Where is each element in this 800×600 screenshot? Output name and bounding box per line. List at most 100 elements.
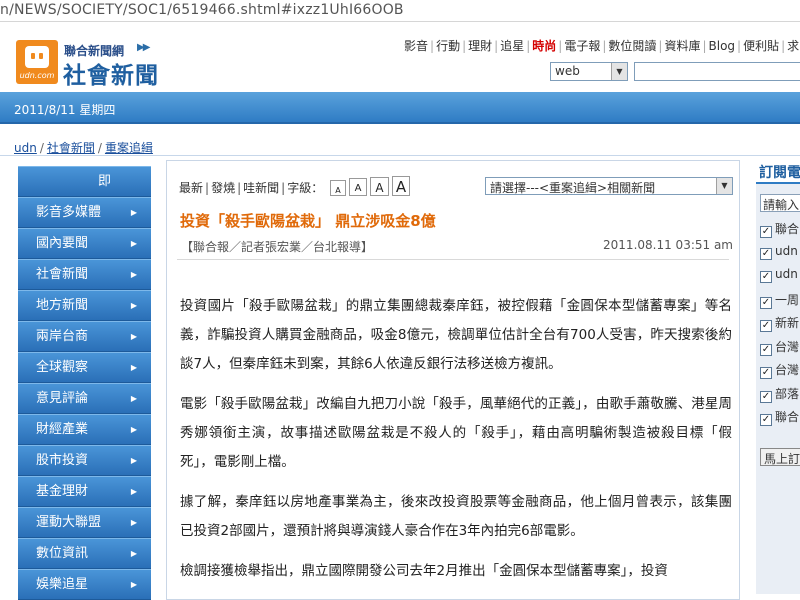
related-news-select[interactable]: 請選擇---<重案追緝>相關新聞 ▼: [485, 177, 733, 195]
font-size-l-button[interactable]: A: [392, 176, 411, 196]
left-nav-item[interactable]: 即: [18, 166, 151, 197]
left-nav-label: 娛樂追星: [36, 577, 89, 592]
url-text: n/NEWS/SOCIETY/SOC1/6519466.shtml#ixzz1U…: [0, 2, 404, 18]
subscribe-email-input[interactable]: 請輸入: [760, 194, 800, 212]
logo-face-icon: [25, 46, 49, 68]
subscribe-option[interactable]: ✓ 台灣: [760, 361, 800, 385]
article-headline: 投資「殺手歐陽盆栽」 鼎立涉吸金8億: [180, 212, 436, 230]
subscribe-option[interactable]: ✓ 部落: [760, 385, 800, 409]
brand-main-title[interactable]: 社會新聞: [63, 56, 159, 90]
browser-url-bar[interactable]: n/NEWS/SOCIETY/SOC1/6519466.shtml#ixzz1U…: [0, 0, 800, 22]
left-nav-item[interactable]: 運動大聯盟 ▶: [18, 507, 151, 538]
subscribe-option-label: 部落: [775, 386, 800, 401]
top-navigation: 影音 | 行動 | 理財 | 追星 | 時尚 | 電子報 | 數位閱讀 | 資料庫 | Blog | 便利貼 | 求: [404, 37, 799, 54]
left-nav-item[interactable]: 財經產業 ▶: [18, 414, 151, 445]
checkbox-checked-icon[interactable]: ✓: [760, 343, 772, 356]
left-nav-label: 兩岸台商: [36, 329, 89, 344]
left-nav-label: 即: [97, 174, 111, 189]
top-nav-link[interactable]: 行動: [436, 39, 460, 53]
top-nav-link[interactable]: 理財: [468, 39, 492, 53]
left-nav-item[interactable]: 基金理財 ▶: [18, 476, 151, 507]
link-latest[interactable]: 最新: [179, 181, 203, 195]
search-input[interactable]: [634, 62, 800, 81]
subscribe-option[interactable]: ✓ 台灣: [760, 338, 800, 362]
left-nav-label: 股市投資: [36, 453, 89, 468]
left-nav-item[interactable]: 娛樂追星 ▶: [18, 569, 151, 600]
chevron-right-icon: ▶: [130, 456, 137, 465]
subscribe-option[interactable]: ✓ 聯合: [760, 408, 800, 432]
left-nav-item[interactable]: 數位資訊 ▶: [18, 538, 151, 569]
chevron-right-icon: ▶: [130, 580, 137, 589]
font-size-s-button[interactable]: A: [349, 178, 368, 196]
article-paragraph: 據了解，秦庠鈺以房地產事業為主，後來改投資股票等金融商品，他上個月曾表示，該集團…: [180, 494, 732, 539]
left-nav-label: 地方新聞: [36, 298, 89, 313]
article-toolbar: 最新 | 發燒 | 哇新聞 | 字級： AAAA: [179, 176, 411, 196]
left-nav-item[interactable]: 股市投資 ▶: [18, 445, 151, 476]
top-nav-link[interactable]: 電子報: [564, 39, 600, 53]
dropdown-arrow-icon[interactable]: ▼: [716, 178, 732, 194]
subscribe-option[interactable]: ✓ udn: [760, 267, 800, 291]
left-nav-item[interactable]: 意見評論 ▶: [18, 383, 151, 414]
subscribe-option-label: 台灣: [775, 339, 800, 354]
checkbox-checked-icon[interactable]: ✓: [760, 226, 772, 238]
chevron-right-icon: ▶: [130, 487, 137, 496]
article-time: 2011.08.11 03:51 am: [603, 238, 733, 252]
subscribe-option-label: 聯合: [775, 222, 800, 236]
subscribe-option-label: 聯合: [775, 410, 800, 424]
left-navigation: 即影音多媒體 ▶ 國內要聞 ▶ 社會新聞 ▶ 地方新聞 ▶ 兩岸台商 ▶ 全球觀察 ▶ 意見評論 ▶ 財經產…: [18, 166, 151, 600]
top-nav-link[interactable]: 時尚: [532, 39, 556, 53]
checkbox-checked-icon[interactable]: ✓: [760, 414, 772, 426]
subscribe-option-label: 台灣: [775, 363, 800, 377]
left-nav-item[interactable]: 地方新聞 ▶: [18, 290, 151, 321]
top-nav-link[interactable]: 求: [787, 39, 799, 53]
dropdown-arrow-icon[interactable]: ▼: [611, 63, 627, 80]
checkbox-checked-icon[interactable]: ✓: [760, 271, 772, 283]
link-wow-news[interactable]: 哇新聞: [243, 181, 279, 195]
breadcrumb-crime[interactable]: 重案追緝: [105, 141, 153, 155]
top-nav-link[interactable]: 追星: [500, 39, 524, 53]
subscribe-form: 請輸入 ✓ 聯合 ✓ udn ✓ udn ✓ 一周 ✓ 新新 ✓ 台灣 ✓ 台灣 ✓ 部落 ✓ 聯合 馬上訂: [756, 184, 800, 594]
nav-separator: |: [781, 39, 786, 53]
checkbox-checked-icon[interactable]: ✓: [760, 390, 772, 403]
top-nav-link[interactable]: 便利貼: [743, 39, 779, 53]
font-size-xs-button[interactable]: A: [330, 180, 347, 196]
link-hot[interactable]: 發燒: [211, 181, 235, 195]
search-scope-select[interactable]: web ▼: [550, 62, 628, 81]
checkbox-checked-icon[interactable]: ✓: [760, 320, 772, 332]
chevron-right-icon: ▶: [130, 394, 137, 403]
subscribe-option-label: 新新: [775, 316, 800, 330]
chevron-right-icon: ▶: [130, 332, 137, 341]
subscribe-option[interactable]: ✓ 新新: [760, 314, 800, 338]
subscribe-option-label: udn: [775, 267, 798, 281]
article-paragraph: 電影「殺手歐陽盆栽」改編自九把刀小說「殺手，風華絕代的正義」，由歌手蕭敬騰、港星…: [180, 396, 732, 470]
top-nav-link[interactable]: 影音: [404, 39, 428, 53]
chevron-right-icon: ▶: [130, 301, 137, 310]
subscribe-option[interactable]: ✓ 一周: [760, 291, 800, 315]
udn-logo[interactable]: udn.com: [16, 40, 58, 84]
breadcrumb-udn[interactable]: udn: [14, 141, 37, 155]
left-nav-item[interactable]: 影音多媒體 ▶: [18, 197, 151, 228]
left-nav-item[interactable]: 社會新聞 ▶: [18, 259, 151, 290]
chevron-right-icon: ▶: [130, 518, 137, 527]
top-nav-link[interactable]: 數位閱讀: [608, 39, 656, 53]
checkbox-checked-icon[interactable]: ✓: [760, 247, 772, 260]
date-bar: 2011/8/11 星期四: [0, 92, 800, 124]
breadcrumb-society[interactable]: 社會新聞: [47, 141, 95, 155]
font-size-m-button[interactable]: A: [370, 177, 390, 196]
top-nav-link[interactable]: 資料庫: [664, 39, 700, 53]
left-nav-item[interactable]: 兩岸台商 ▶: [18, 321, 151, 352]
checkbox-checked-icon[interactable]: ✓: [760, 296, 772, 309]
left-nav-item[interactable]: 全球觀察 ▶: [18, 352, 151, 383]
related-news-value: 請選擇---<重案追緝>相關新聞: [490, 181, 656, 195]
checkbox-checked-icon[interactable]: ✓: [760, 367, 772, 379]
chevron-right-icon: ▶: [130, 270, 137, 279]
subscribe-option[interactable]: ✓ 聯合: [760, 220, 800, 244]
left-nav-item[interactable]: 國內要聞 ▶: [18, 228, 151, 259]
subscribe-button[interactable]: 馬上訂: [760, 447, 800, 466]
chevron-right-icon: ▶: [130, 239, 137, 248]
left-nav-label: 影音多媒體: [36, 205, 102, 220]
nav-separator: |: [602, 39, 607, 53]
subscribe-option[interactable]: ✓ udn: [760, 244, 800, 268]
top-nav-link[interactable]: Blog: [709, 39, 736, 53]
subscribe-option-label: 一周: [775, 292, 800, 307]
